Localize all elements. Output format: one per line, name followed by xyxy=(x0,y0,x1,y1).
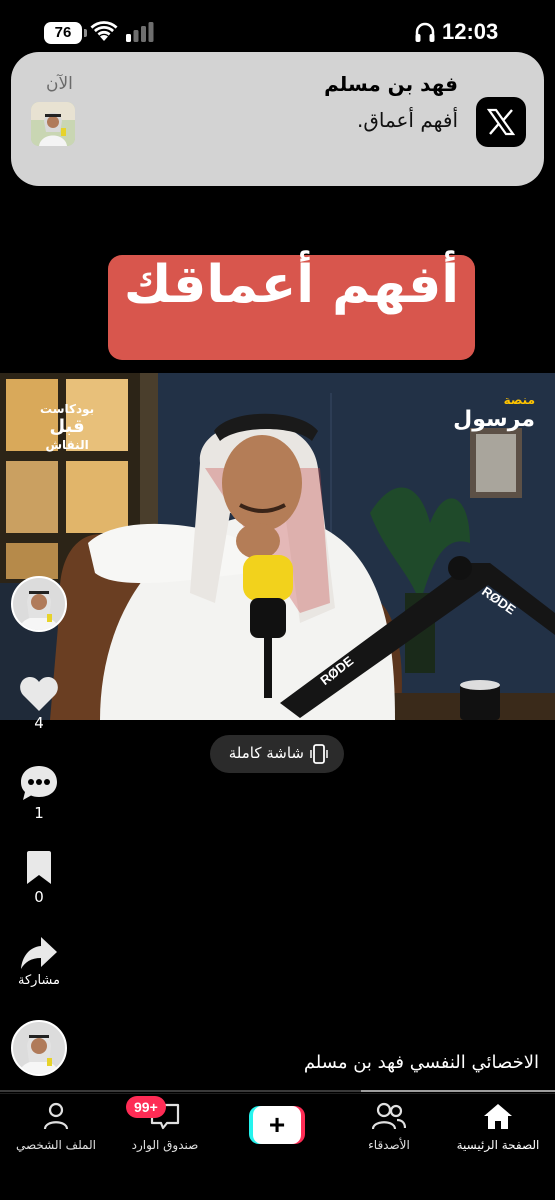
channel-logo-small: منصة xyxy=(503,393,535,407)
nav-friends-label: الأصدقاء xyxy=(368,1138,410,1152)
video-progress-fill xyxy=(360,1090,555,1092)
create-button[interactable]: + xyxy=(249,1106,305,1144)
headphones-icon xyxy=(415,22,435,42)
notification-thumbnail xyxy=(31,102,75,146)
bookmark-icon xyxy=(27,851,51,884)
creator-avatar[interactable] xyxy=(11,576,67,632)
plus-icon: + xyxy=(253,1106,301,1144)
video-player[interactable]: منصة مرسول بودكاست قبل النقاش RØDE RØDE xyxy=(0,373,555,720)
comment-count: 1 xyxy=(34,804,44,822)
nav-friends[interactable]: الأصدقاء xyxy=(334,1102,444,1152)
fullscreen-label: شاشة كاملة xyxy=(228,744,304,762)
podcast-logo-line3: النقاش xyxy=(45,438,89,452)
x-logo-icon xyxy=(476,97,526,147)
battery-tip xyxy=(84,29,87,37)
comment-action[interactable]: 1 xyxy=(0,764,78,822)
channel-logo: منصة مرسول xyxy=(453,393,535,432)
nav-inbox-label: صندوق الوارد xyxy=(131,1138,199,1152)
nav-profile-label: الملف الشخصي xyxy=(16,1138,96,1152)
save-action[interactable]: 0 xyxy=(0,850,78,906)
rotate-screen-icon xyxy=(310,744,328,764)
notification-time: الآن xyxy=(46,74,73,94)
save-count: 0 xyxy=(34,888,44,906)
clock: 12:03 xyxy=(442,19,499,44)
cellular-signal-icon xyxy=(126,22,154,42)
nav-profile[interactable]: الملف الشخصي xyxy=(1,1102,111,1152)
share-label: مشاركة xyxy=(18,973,60,988)
notification-banner[interactable]: الآن فهد بن مسلم أفهم أعماق. xyxy=(11,52,544,186)
podcast-logo-line1: بودكاست xyxy=(40,402,95,416)
podcast-logo-line2: قبل xyxy=(49,416,85,437)
video-caption[interactable]: الاخصائي النفسي فهد بن مسلم xyxy=(304,1052,539,1073)
profile-icon xyxy=(43,1102,69,1130)
comment-icon xyxy=(21,766,57,800)
video-progress-bar[interactable] xyxy=(0,1090,555,1092)
sound-avatar[interactable] xyxy=(11,1020,67,1076)
like-count: 4 xyxy=(34,714,44,732)
video-headline: أفهم أعماقك xyxy=(108,255,475,360)
nav-home-label: الصفحة الرئيسية xyxy=(456,1138,540,1152)
fullscreen-button[interactable]: شاشة كاملة xyxy=(210,735,344,773)
heart-icon xyxy=(20,677,58,711)
friends-icon xyxy=(372,1102,406,1130)
notification-sender: فهد بن مسلم xyxy=(324,72,458,96)
share-icon xyxy=(21,937,57,969)
battery-indicator: 76 xyxy=(44,22,82,44)
notification-message: أفهم أعماق. xyxy=(356,108,458,132)
inbox-badge: 99+ xyxy=(126,1096,166,1118)
status-bar: 76 12:03 xyxy=(0,0,555,52)
nav-home[interactable]: الصفحة الرئيسية xyxy=(443,1102,553,1152)
like-action[interactable]: 4 xyxy=(0,676,78,732)
wifi-icon xyxy=(90,21,118,41)
home-icon xyxy=(484,1104,512,1129)
channel-logo-name: مرسول xyxy=(453,407,535,432)
podcast-logo: بودكاست قبل النقاش xyxy=(40,401,94,453)
bottom-navigation: الصفحة الرئيسية الأصدقاء + صندوق الوارد … xyxy=(0,1093,555,1200)
share-action[interactable]: مشاركة xyxy=(0,935,78,988)
